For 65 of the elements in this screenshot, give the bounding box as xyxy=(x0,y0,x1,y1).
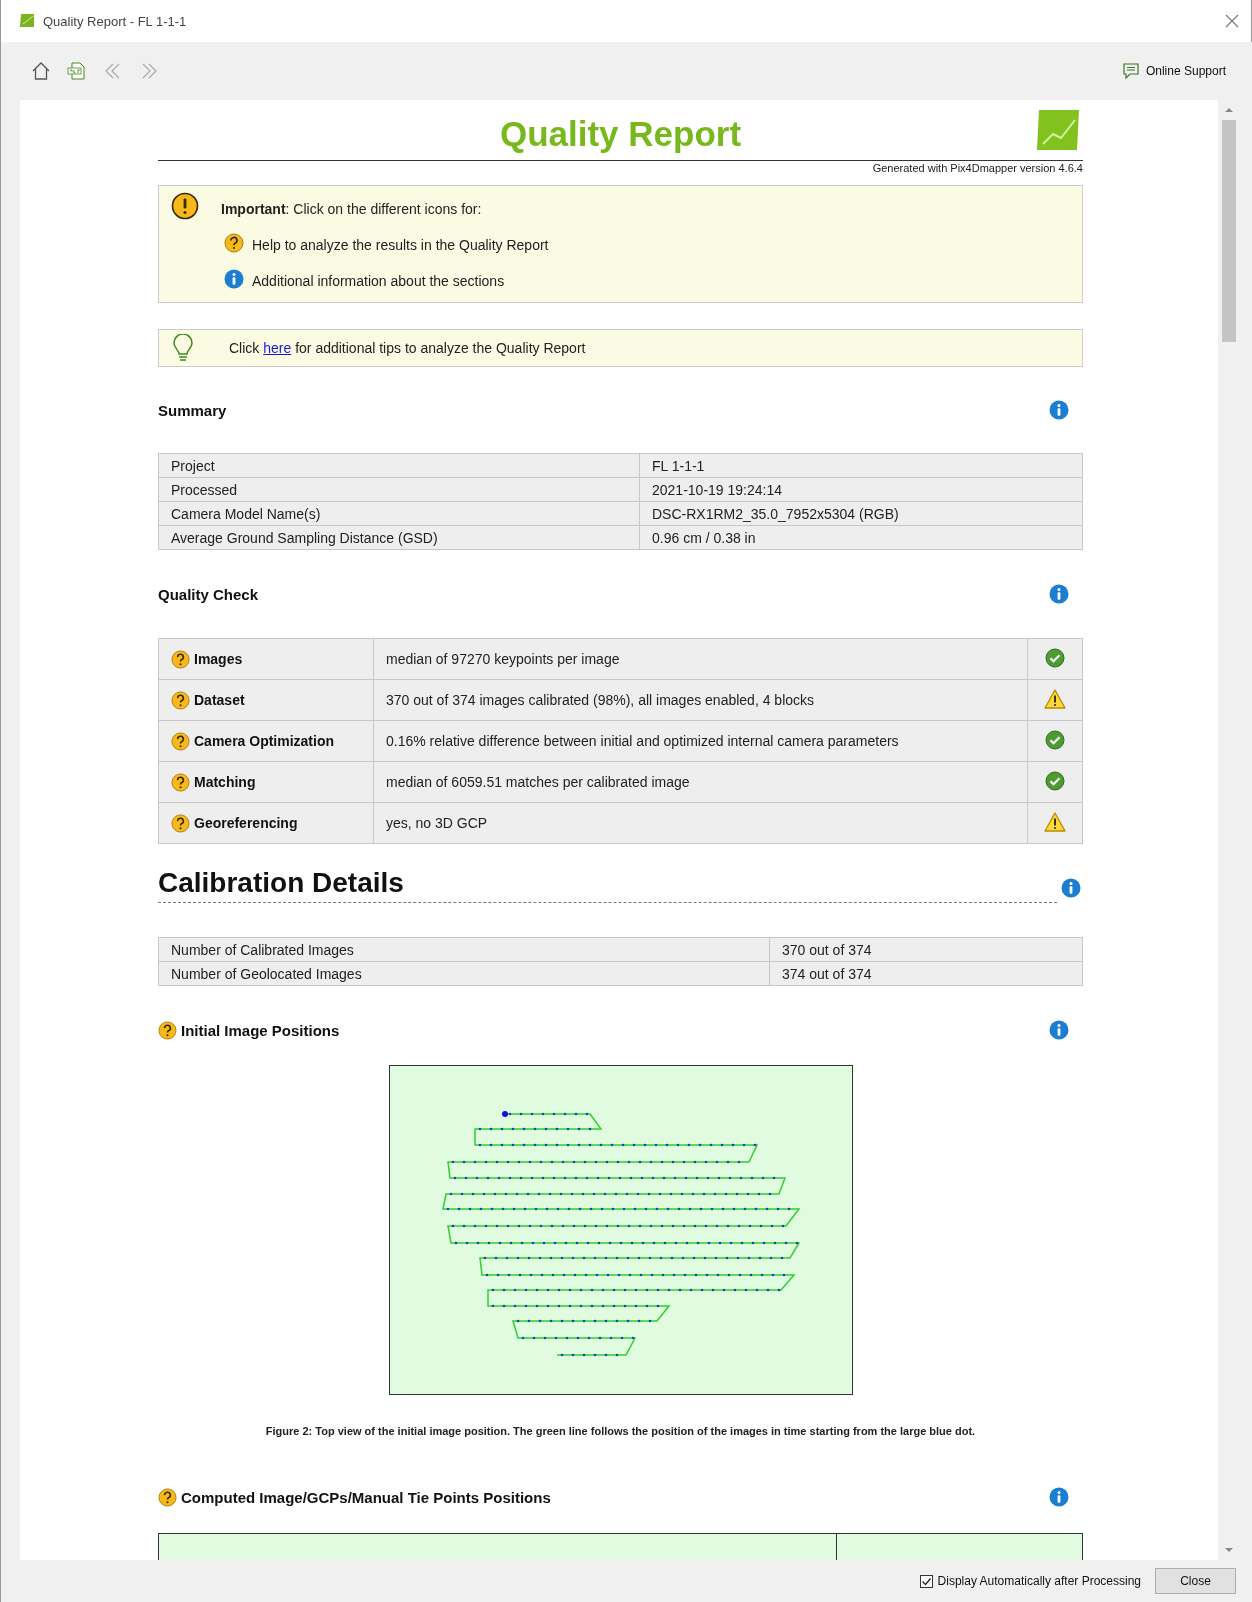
section-heading: Computed Image/GCPs/Manual Tie Points Positions xyxy=(181,1488,551,1506)
here-link[interactable]: here xyxy=(263,340,292,356)
table-cell: 370 out of 374 images calibrated (98%), all images enabled, 4 blocks xyxy=(373,679,1028,721)
close-icon[interactable] xyxy=(1225,14,1239,28)
check-label: Matching xyxy=(194,774,256,790)
section-heading: Calibration Details xyxy=(158,867,404,899)
help-icon[interactable] xyxy=(171,731,190,751)
info-icon[interactable] xyxy=(1049,1020,1069,1040)
help-icon[interactable] xyxy=(171,690,190,710)
table-cell: median of 6059.51 matches per calibrated image xyxy=(373,761,1028,803)
app-icon xyxy=(19,13,35,29)
tip-text: Click here for additional tips to analyze the Quality Report xyxy=(229,340,586,356)
section-heading: Summary xyxy=(158,401,227,419)
section-heading: Initial Image Positions xyxy=(181,1021,340,1039)
report-title: Quality Report xyxy=(499,114,742,154)
table-cell: 0.16% relative difference between initial and optimized internal camera parameters xyxy=(373,720,1028,762)
help-icon[interactable] xyxy=(224,233,244,253)
table-cell: 370 out of 374 xyxy=(769,937,1083,962)
notice-item: Help to analyze the results in the Quality Report xyxy=(252,237,549,253)
check-label: Dataset xyxy=(194,692,245,708)
section-heading: Quality Check xyxy=(158,585,259,603)
scrollbar-thumb[interactable] xyxy=(1222,120,1236,342)
notice-text: Important: Click on the different icons for: xyxy=(221,201,483,217)
info-icon[interactable] xyxy=(1049,584,1069,604)
window-title: Quality Report - FL 1-1-1 xyxy=(43,13,188,29)
online-support-button[interactable]: Online Support xyxy=(1119,60,1228,82)
chat-icon xyxy=(1121,62,1140,80)
info-icon[interactable] xyxy=(1049,400,1069,420)
info-icon[interactable] xyxy=(1061,878,1081,898)
lightbulb-icon xyxy=(173,334,193,362)
table-cell: Average Ground Sampling Distance (GSD) xyxy=(158,525,640,550)
alert-icon xyxy=(171,192,199,220)
scroll-down-icon[interactable] xyxy=(1224,1546,1234,1554)
info-icon[interactable] xyxy=(1049,1487,1069,1507)
close-button[interactable]: Close xyxy=(1155,1568,1236,1594)
table-cell: 374 out of 374 xyxy=(769,961,1083,986)
notice-item: Additional information about the sections xyxy=(252,273,505,289)
table-cell: DSC-RX1RM2_35.0_7952x5304 (RGB) xyxy=(639,501,1083,526)
scroll-up-icon[interactable] xyxy=(1224,106,1234,114)
help-icon[interactable] xyxy=(171,813,190,833)
logo-icon xyxy=(1035,108,1081,152)
help-icon[interactable] xyxy=(171,772,190,792)
table-cell: Project xyxy=(158,453,640,478)
pdf-icon[interactable] xyxy=(67,61,87,81)
table-cell: yes, no 3D GCP xyxy=(373,802,1028,844)
help-icon[interactable] xyxy=(158,1020,177,1040)
checkbox-label: Display Automatically after Processing xyxy=(937,1574,1141,1588)
table-cell: median of 97270 keypoints per image xyxy=(373,638,1028,680)
info-icon[interactable] xyxy=(224,269,244,289)
table-cell: 2021-10-19 19:24:14 xyxy=(639,477,1083,502)
home-icon[interactable] xyxy=(31,61,51,81)
table-cell: Camera Model Name(s) xyxy=(158,501,640,526)
table-cell: FL 1-1-1 xyxy=(639,453,1083,478)
check-label: Georeferencing xyxy=(194,815,298,831)
check-label: Images xyxy=(194,651,243,667)
check-label: Camera Optimization xyxy=(194,733,335,749)
help-icon[interactable] xyxy=(171,649,190,669)
table-cell: 0.96 cm / 0.38 in xyxy=(639,525,1083,550)
figure-caption: Figure 2: Top view of the initial image position. The green line follows the position of the images in time starting from the large blue dot. xyxy=(264,1425,977,1437)
table-cell: Number of Calibrated Images xyxy=(158,937,770,962)
table-cell: Processed xyxy=(158,477,640,502)
version-note: Generated with Pix4Dmapper version 4.6.4 xyxy=(871,162,1083,174)
table-cell: Number of Geolocated Images xyxy=(158,961,770,986)
help-icon[interactable] xyxy=(158,1487,177,1507)
checkbox[interactable] xyxy=(919,1574,933,1588)
